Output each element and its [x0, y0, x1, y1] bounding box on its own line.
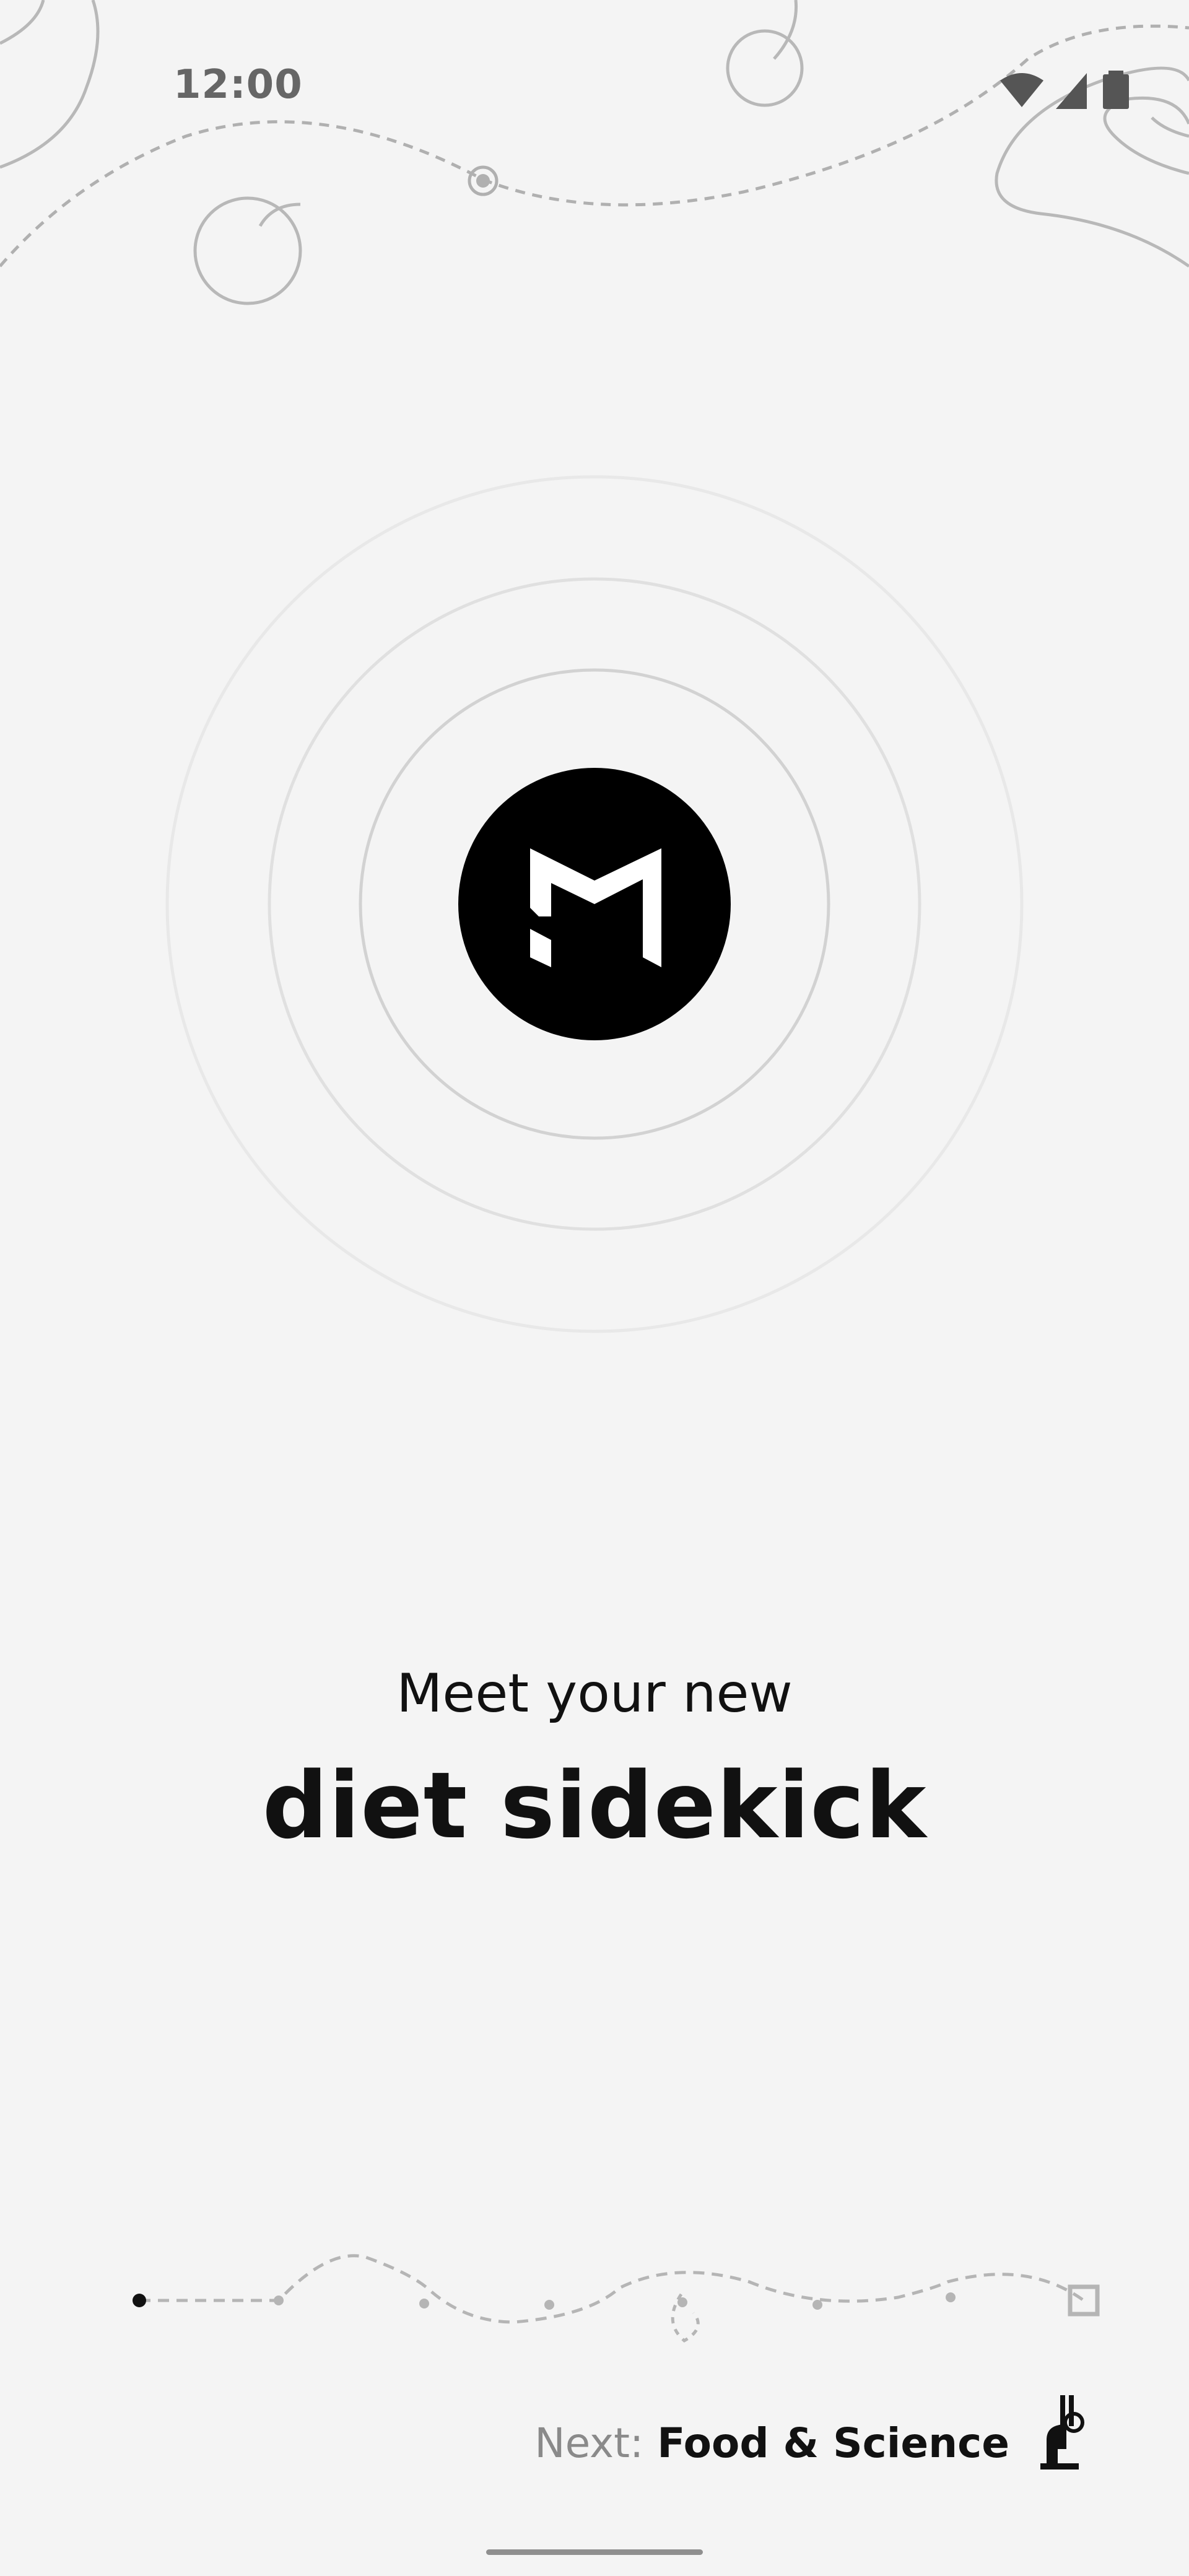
progress-step	[946, 2292, 956, 2302]
progress-step	[677, 2297, 687, 2307]
status-time: 12:00	[173, 62, 303, 108]
fruit-stem-left	[258, 202, 301, 227]
progress-finish-flag	[1068, 2284, 1100, 2317]
next-label: Next:	[534, 2419, 644, 2467]
fruit-stem-top	[773, 0, 798, 60]
progress-step	[812, 2300, 822, 2310]
home-indicator[interactable]	[486, 2549, 703, 2555]
next-step-link[interactable]: Next: Food & Science	[534, 2412, 1009, 2474]
headline-title: diet sidekick	[262, 1752, 927, 1859]
onboarding-progress-path	[133, 2254, 1100, 2343]
progress-step-current	[133, 2294, 146, 2307]
battery-icon	[1103, 71, 1129, 109]
path-marker-dot-center	[476, 174, 490, 188]
next-step-title: Food & Science	[657, 2419, 1009, 2467]
progress-dashed-path	[139, 2254, 1085, 2324]
contour-top-left	[0, 0, 100, 169]
progress-step	[544, 2300, 554, 2310]
decorative-header-art	[0, 0, 1189, 305]
fruit-outline-left	[193, 196, 302, 305]
progress-step	[274, 2295, 284, 2305]
progress-step	[419, 2299, 429, 2308]
microscope-icon	[1040, 2395, 1084, 2469]
headline-intro: Meet your new	[396, 1663, 793, 1725]
wifi-icon	[1000, 73, 1043, 107]
logo-rings	[165, 475, 1024, 1333]
fruit-outline-top	[726, 29, 804, 107]
status-icons	[1000, 71, 1129, 109]
cellular-signal-icon	[1056, 73, 1087, 109]
